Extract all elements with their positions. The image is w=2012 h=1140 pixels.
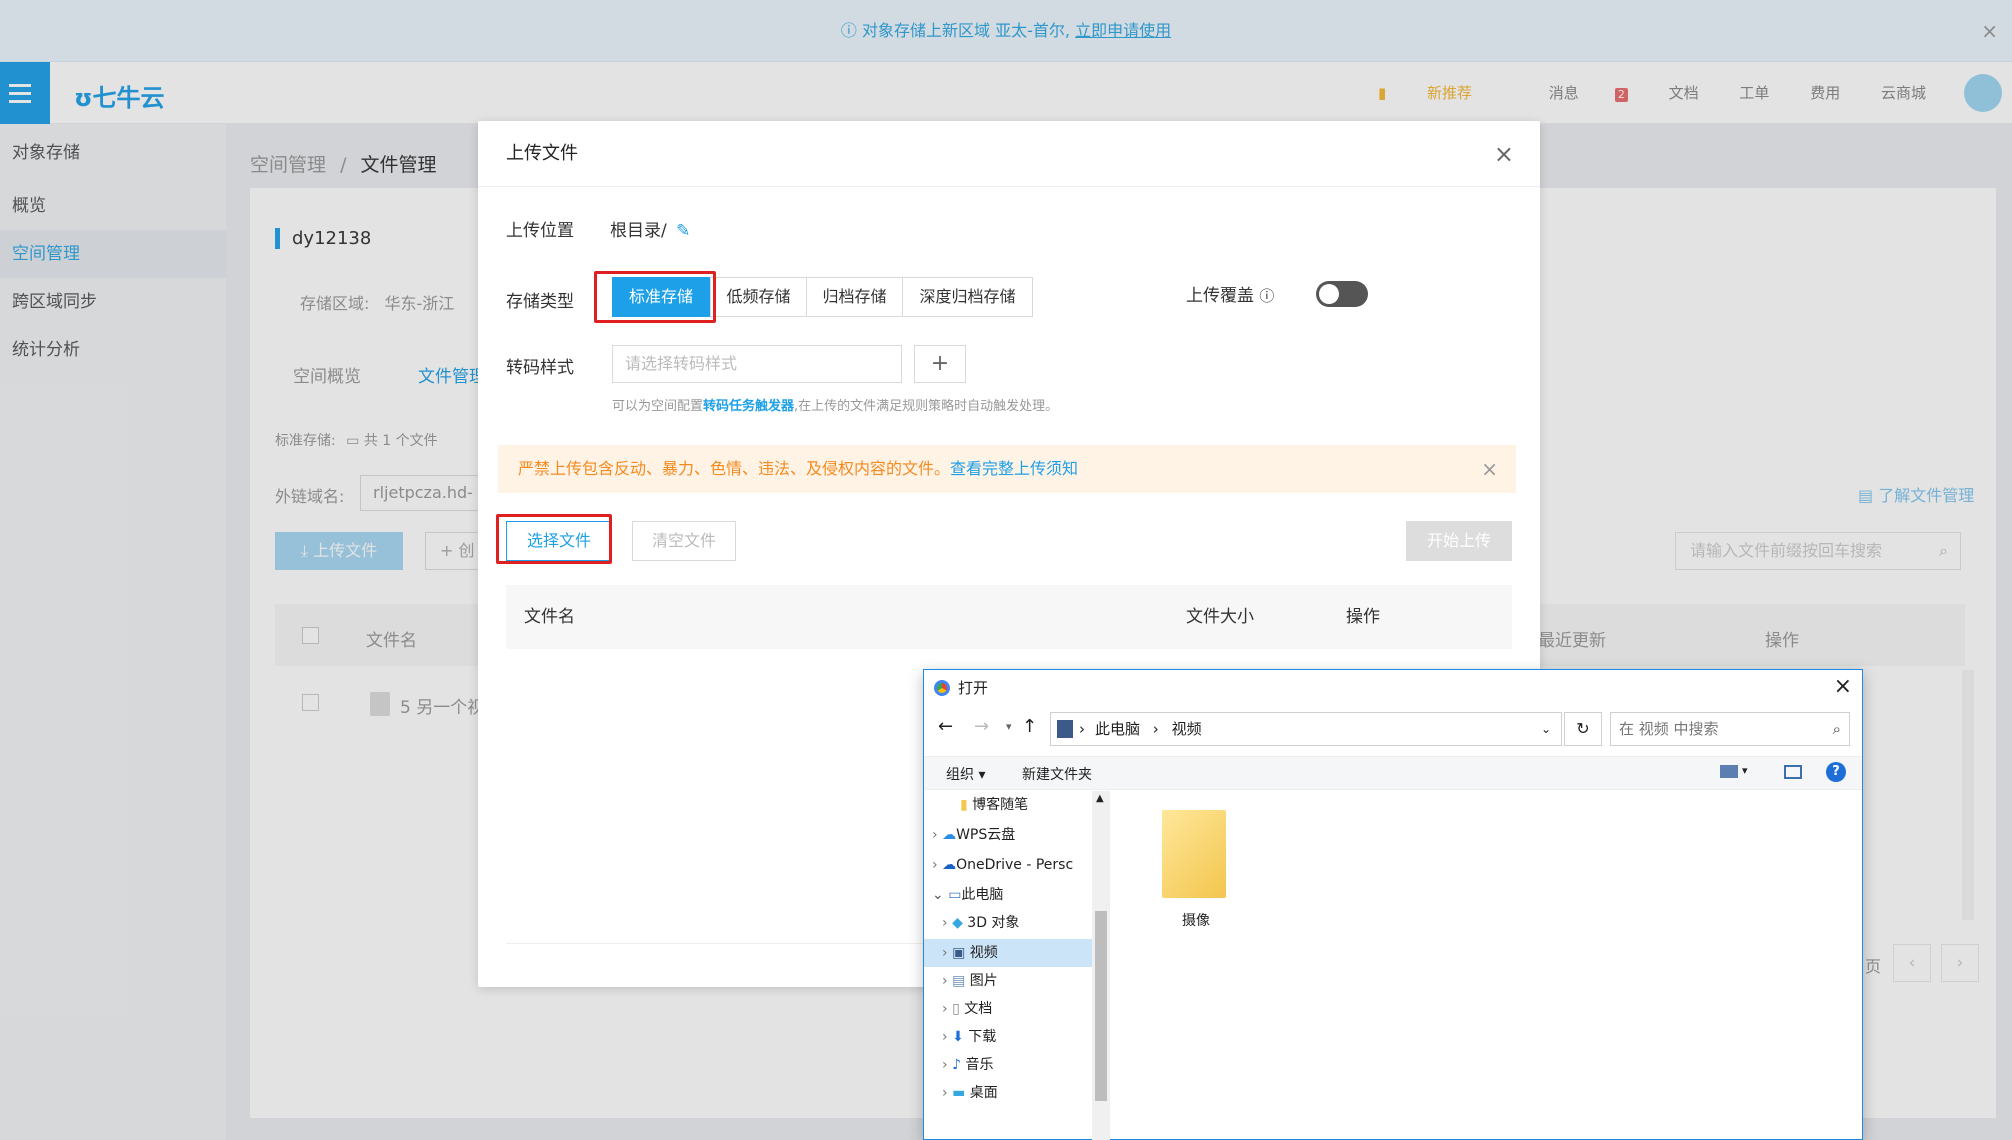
highlight-box: [594, 271, 716, 323]
col-name: 文件名: [524, 607, 575, 627]
address-bar[interactable]: › 此电脑 › 视频 ⌄: [1050, 712, 1562, 746]
start-upload-button[interactable]: 开始上传: [1406, 521, 1512, 561]
chevron-right-icon: ›: [942, 915, 953, 931]
cloud-icon: ☁: [942, 827, 957, 843]
navigation-tree: ▮ 博客随笔 › ☁WPS云盘 › ☁OneDrive - Persc ⌄ ▭此…: [924, 791, 1092, 1140]
tree-item-documents[interactable]: › ▯ 文档: [942, 995, 992, 1023]
overwrite-label: 上传覆盖 ⓘ: [1186, 286, 1275, 306]
desktop-icon: ▬: [952, 1085, 970, 1101]
recent-locations-icon[interactable]: ▾: [1006, 720, 1012, 733]
storage-infrequent-button[interactable]: 低频存储: [710, 277, 807, 317]
trigger-link[interactable]: 转码任务触发器: [703, 399, 794, 414]
video-library-icon: [1057, 720, 1073, 738]
location-value: 根目录/ ✎: [610, 221, 691, 241]
folder-icon: ▮: [960, 797, 973, 813]
refresh-icon[interactable]: ↻: [1564, 712, 1602, 746]
col-size: 文件大小: [1186, 607, 1254, 627]
highlight-box: [496, 514, 612, 564]
dialog-title: 打开: [958, 679, 989, 697]
view-icon[interactable]: [1720, 765, 1738, 778]
chevron-down-icon[interactable]: ⌄: [1541, 713, 1551, 745]
back-icon[interactable]: ←: [938, 716, 953, 737]
cloud-icon: ☁: [942, 857, 957, 873]
organize-button[interactable]: 组织 ▾: [946, 764, 985, 784]
path-this-pc[interactable]: 此电脑: [1095, 720, 1140, 738]
close-icon[interactable]: ×: [1834, 674, 1852, 699]
dialog-search-input[interactable]: 在 视频 中搜索 ⌕: [1610, 712, 1850, 746]
upload-table-header: 文件名 文件大小 操作: [506, 585, 1512, 649]
overwrite-toggle[interactable]: [1316, 281, 1368, 307]
tree-item-music[interactable]: › ♪ 音乐: [942, 1051, 993, 1079]
chevron-down-icon[interactable]: ▾: [1742, 764, 1748, 777]
add-icon[interactable]: +: [914, 345, 966, 383]
forward-icon[interactable]: →: [974, 716, 989, 737]
document-icon: ▯: [952, 1001, 965, 1017]
tree-item-videos[interactable]: › ▣ 视频: [942, 939, 998, 967]
chevron-right-icon: ›: [942, 945, 953, 961]
music-icon: ♪: [952, 1057, 966, 1073]
cube-icon: ◆: [952, 915, 968, 931]
close-icon[interactable]: ×: [1494, 121, 1514, 187]
tree-item-pictures[interactable]: › ▤ 图片: [942, 967, 998, 995]
clear-files-button[interactable]: 清空文件: [632, 521, 736, 561]
download-icon: ⬇: [952, 1029, 969, 1045]
scroll-up-icon[interactable]: ▲: [1096, 793, 1104, 804]
path-videos[interactable]: 视频: [1172, 720, 1202, 738]
transcode-placeholder: 请选择转码样式: [625, 354, 738, 373]
path-separator-icon: ›: [1079, 720, 1085, 738]
chevron-down-icon: ⌄: [932, 887, 949, 903]
chevron-right-icon: ›: [942, 973, 953, 989]
scroll-thumb[interactable]: [1095, 911, 1107, 1101]
dialog-search-placeholder: 在 视频 中搜索: [1619, 720, 1719, 738]
edit-icon[interactable]: ✎: [676, 221, 690, 241]
chevron-right-icon: ›: [932, 857, 943, 873]
transcode-hint: 可以为空间配置转码任务触发器,在上传的文件满足规则策略时自动触发处理。: [612, 399, 1059, 414]
chevron-right-icon: ›: [942, 1085, 953, 1101]
tree-item-this-pc[interactable]: ⌄ ▭此电脑: [932, 881, 1003, 909]
new-folder-button[interactable]: 新建文件夹: [1022, 764, 1092, 784]
storage-type-label: 存储类型: [506, 292, 574, 312]
chevron-right-icon: ›: [942, 1029, 953, 1045]
up-icon[interactable]: ↑: [1022, 716, 1037, 737]
search-icon: ⌕: [1832, 720, 1841, 738]
help-icon[interactable]: ⓘ: [1259, 287, 1274, 305]
picture-icon: ▤: [952, 973, 970, 989]
transcode-label: 转码样式: [506, 358, 574, 378]
chevron-right-icon: ›: [932, 827, 943, 843]
tree-item-wps[interactable]: › ☁WPS云盘: [932, 821, 1015, 849]
chevron-right-icon: ›: [942, 1001, 953, 1017]
transcode-select[interactable]: 请选择转码样式: [612, 345, 902, 383]
tree-item-3d[interactable]: › ◆ 3D 对象: [942, 909, 1019, 937]
tree-scrollbar[interactable]: ▲: [1092, 791, 1110, 1140]
folder-name: 摄像: [1182, 913, 1210, 929]
video-library-icon: ▣: [952, 945, 970, 961]
col-action: 操作: [1346, 607, 1380, 627]
help-icon[interactable]: ?: [1826, 762, 1846, 782]
folder-icon: [1162, 810, 1226, 898]
modal-title: 上传文件: [478, 121, 1540, 187]
computer-icon: ▭: [948, 887, 962, 903]
location-label: 上传位置: [506, 221, 574, 241]
upload-warning: 严禁上传包含反动、暴力、色情、违法、及侵权内容的文件。查看完整上传须知 ×: [498, 445, 1516, 493]
storage-deep-archive-button[interactable]: 深度归档存储: [902, 277, 1033, 317]
tree-item-blog[interactable]: ▮ 博客随笔: [960, 791, 1028, 819]
preview-pane-icon[interactable]: [1784, 765, 1802, 779]
tree-item-onedrive[interactable]: › ☁OneDrive - Persc: [932, 851, 1073, 879]
folder-item[interactable]: 摄像: [1154, 810, 1254, 950]
tree-item-downloads[interactable]: › ⬇ 下载: [942, 1023, 996, 1051]
warning-text: 严禁上传包含反动、暴力、色情、违法、及侵权内容的文件。: [518, 459, 951, 478]
path-separator-icon: ›: [1152, 720, 1159, 738]
tree-item-desktop[interactable]: › ▬ 桌面: [942, 1079, 998, 1107]
chevron-right-icon: ›: [942, 1057, 953, 1073]
close-icon[interactable]: ×: [1481, 445, 1498, 493]
storage-archive-button[interactable]: 归档存储: [806, 277, 903, 317]
file-open-dialog: 打开 × ← → ▾ ↑ › 此电脑 › 视频 ⌄ ↻ 在 视频 中搜索 ⌕ 组…: [923, 669, 1863, 1140]
upload-rules-link[interactable]: 查看完整上传须知: [950, 459, 1078, 478]
